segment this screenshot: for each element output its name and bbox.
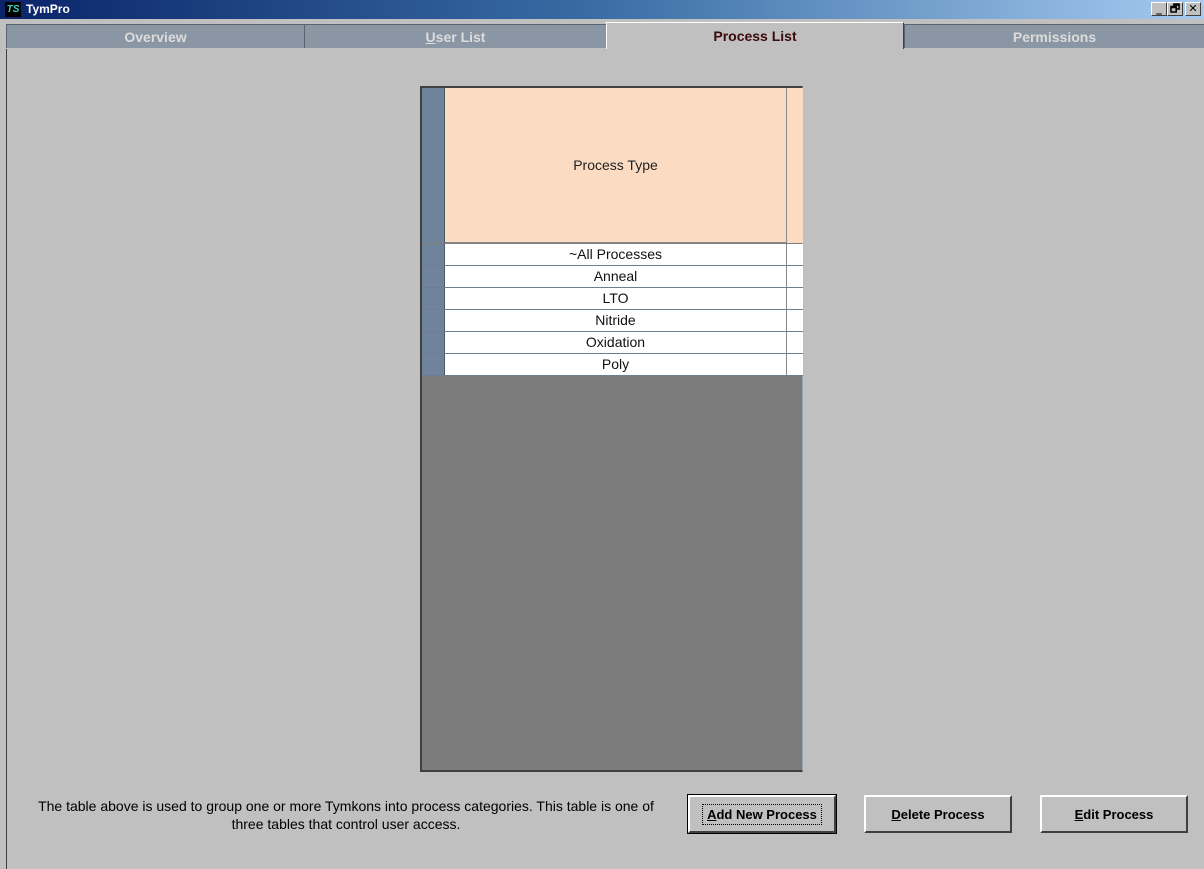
header-gutter: [786, 88, 803, 243]
row-gutter: [787, 266, 803, 287]
tab-permissions-label: Permissions: [1012, 29, 1097, 45]
row-selector[interactable]: [422, 288, 445, 309]
process-type-cell[interactable]: Poly: [445, 354, 787, 375]
row-selector[interactable]: [422, 266, 445, 287]
table-row[interactable]: Poly: [422, 354, 803, 376]
grid-header: Process Type: [422, 88, 803, 243]
process-type-cell[interactable]: LTO: [445, 288, 787, 309]
window-title: TymPro: [26, 2, 70, 16]
tab-process-list[interactable]: Process List: [606, 22, 904, 49]
row-selector-header[interactable]: [422, 88, 445, 243]
window-controls: _ 🗗 ✕: [1151, 2, 1201, 17]
table-row[interactable]: Nitride: [422, 310, 803, 332]
edit-process-button[interactable]: Edit Process: [1040, 795, 1188, 833]
process-type-cell[interactable]: Nitride: [445, 310, 787, 331]
table-row[interactable]: Oxidation: [422, 332, 803, 354]
app-icon: TS: [5, 2, 21, 17]
close-button[interactable]: ✕: [1185, 2, 1201, 16]
column-header-process-type[interactable]: Process Type: [445, 88, 786, 243]
row-gutter: [787, 244, 803, 265]
tab-process-list-label: Process List: [713, 28, 797, 44]
process-type-cell[interactable]: Oxidation: [445, 332, 787, 353]
restore-button[interactable]: 🗗: [1167, 2, 1183, 16]
tab-overview[interactable]: Overview: [6, 24, 304, 48]
row-selector[interactable]: [422, 354, 445, 375]
delete-process-label: Delete Process: [891, 806, 985, 822]
row-gutter: [787, 288, 803, 309]
minimize-button[interactable]: _: [1151, 2, 1167, 16]
edit-process-label: Edit Process: [1074, 806, 1154, 822]
table-row[interactable]: LTO: [422, 288, 803, 310]
process-type-cell[interactable]: ~All Processes: [445, 244, 787, 265]
tab-permissions[interactable]: Permissions: [904, 24, 1204, 48]
table-row[interactable]: Anneal: [422, 266, 803, 288]
row-selector[interactable]: [422, 244, 445, 265]
grid-rows: ~All Processes Anneal LTO Nitride Oxidat…: [422, 244, 803, 376]
tab-user-list[interactable]: User List: [304, 24, 606, 48]
delete-process-button[interactable]: Delete Process: [864, 795, 1012, 833]
tab-overview-label: Overview: [124, 29, 187, 45]
row-selector[interactable]: [422, 310, 445, 331]
process-type-grid[interactable]: Process Type ~All Processes Anneal LTO N…: [420, 86, 803, 772]
row-selector[interactable]: [422, 332, 445, 353]
row-gutter: [787, 354, 803, 375]
row-gutter: [787, 310, 803, 331]
tab-strip: Overview User List Process List Permissi…: [0, 19, 1204, 49]
tab-user-list-label: ser List: [435, 29, 486, 45]
add-new-process-label: Add New Process: [702, 803, 822, 825]
title-bar: TS TymPro _ 🗗 ✕: [0, 0, 1204, 19]
tab-user-list-mnemonic: U: [425, 29, 436, 45]
table-description: The table above is used to group one or …: [38, 798, 654, 832]
table-row[interactable]: ~All Processes: [422, 244, 803, 266]
add-new-process-button[interactable]: Add New Process: [687, 794, 837, 834]
process-type-cell[interactable]: Anneal: [445, 266, 787, 287]
row-gutter: [787, 332, 803, 353]
